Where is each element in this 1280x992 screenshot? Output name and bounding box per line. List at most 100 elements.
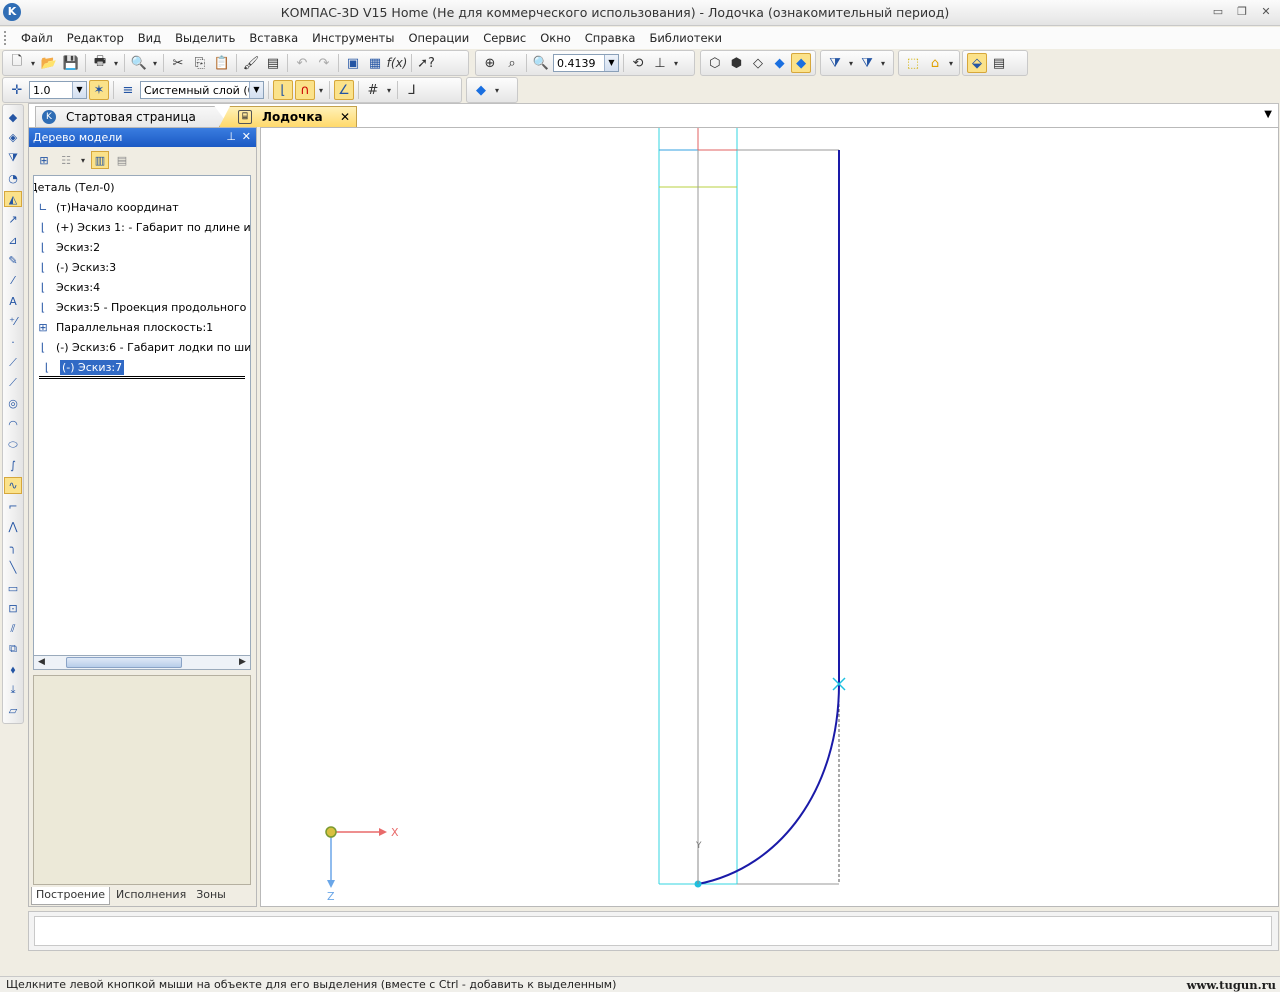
diagnostics-icon[interactable]: ✎ bbox=[4, 252, 22, 268]
arrays-icon[interactable]: ◔ bbox=[4, 170, 22, 186]
print-dropdown[interactable]: ▾ bbox=[112, 59, 120, 68]
zoom-scale-icon[interactable]: 🔍 bbox=[531, 53, 551, 73]
new-file-icon[interactable]: 🗋 bbox=[7, 53, 27, 73]
designations-icon[interactable]: ⊿ bbox=[4, 232, 22, 248]
halftone-icon[interactable]: ◆ bbox=[770, 53, 790, 73]
arc-icon[interactable]: ◠ bbox=[4, 416, 22, 432]
tree-item-sketch-2[interactable]: ⌊ Эскиз:2 bbox=[36, 238, 100, 256]
menu-service[interactable]: Сервис bbox=[476, 31, 533, 45]
zoom-combo[interactable]: 0.4139 ▼ bbox=[553, 54, 619, 72]
layer-combo[interactable]: Системный слой (0) ▼ bbox=[140, 81, 264, 99]
menu-insert[interactable]: Вставка bbox=[242, 31, 305, 45]
menu-select[interactable]: Выделить bbox=[168, 31, 242, 45]
text-icon[interactable]: ▱ bbox=[4, 703, 22, 719]
preview-icon[interactable]: 🔍 bbox=[129, 53, 149, 73]
chamfer-icon[interactable]: ╲ bbox=[4, 559, 22, 575]
tab-build[interactable]: Построение bbox=[31, 887, 111, 905]
menu-window[interactable]: Окно bbox=[533, 31, 578, 45]
tree-filter-dropdown[interactable]: ▾ bbox=[79, 156, 87, 165]
fill-icon[interactable]: ⬧ bbox=[4, 662, 22, 678]
variables-fx-icon[interactable]: f(x) bbox=[387, 53, 408, 73]
filter-icon[interactable]: ⧩ bbox=[825, 53, 845, 73]
tree-item-origin[interactable]: ∟ (т)Начало координат bbox=[36, 198, 178, 216]
menu-editor[interactable]: Редактор bbox=[60, 31, 131, 45]
nurbs-icon[interactable]: ∿ bbox=[4, 477, 22, 494]
insert-fragment-icon[interactable]: ⤓ bbox=[4, 682, 22, 698]
tree-item-sketch-5[interactable]: ⌊ Эскиз:5 - Проекция продольного редана bbox=[36, 298, 250, 316]
rectangle-icon[interactable]: ▭ bbox=[4, 580, 22, 596]
measurements-icon[interactable]: ⁺⁄ bbox=[4, 314, 22, 330]
tree-item-plane[interactable]: ⊞ Параллельная плоскость:1 bbox=[36, 318, 213, 336]
properties-brush-icon[interactable]: 🖌 bbox=[241, 53, 261, 73]
tree-item-part[interactable]: Деталь (Тел-0) bbox=[34, 178, 115, 196]
menu-operations[interactable]: Операции bbox=[401, 31, 476, 45]
layers-icon[interactable]: ≡ bbox=[118, 80, 138, 100]
grid-dropdown[interactable]: ▾ bbox=[385, 86, 393, 95]
undo-icon[interactable]: ↶ bbox=[292, 53, 312, 73]
menu-libraries[interactable]: Библиотеки bbox=[642, 31, 729, 45]
polyline-icon[interactable]: ⌐ bbox=[4, 498, 22, 514]
tree-item-sketch-1[interactable]: ⌊ (+) Эскиз 1: - Габарит по длине и высо… bbox=[36, 218, 250, 236]
pin-icon[interactable]: ⊥ bbox=[226, 130, 236, 143]
scroll-right-icon[interactable]: ▶ bbox=[236, 657, 249, 668]
point-icon[interactable]: · bbox=[4, 334, 22, 350]
zoom-window-icon[interactable]: ⊕ bbox=[480, 53, 500, 73]
tab-start-page[interactable]: K Стартовая страница bbox=[35, 106, 230, 127]
zoom-all-icon[interactable]: ⌕ bbox=[502, 53, 522, 73]
ortho-icon[interactable]: ∠ bbox=[334, 80, 354, 100]
tree-build-order-icon[interactable]: ▥ bbox=[91, 151, 109, 169]
context-help-icon[interactable]: ➚? bbox=[416, 53, 436, 73]
close-icon[interactable]: ✕ bbox=[340, 110, 350, 124]
preview-dropdown[interactable]: ▾ bbox=[151, 59, 159, 68]
grid-icon[interactable]: # bbox=[363, 80, 383, 100]
bezier-icon[interactable]: ⋀ bbox=[4, 518, 22, 534]
filter-bodies-dropdown[interactable]: ▾ bbox=[879, 59, 887, 68]
editing-icon[interactable]: ⁄ bbox=[4, 273, 22, 289]
tab-list-chevron-icon[interactable]: ▼ bbox=[1264, 109, 1272, 120]
tab-lodochka[interactable]: ⌸ Лодочка ✕ bbox=[219, 106, 357, 127]
rotate-icon[interactable]: ⟲ bbox=[628, 53, 648, 73]
redo-icon[interactable]: ↷ bbox=[314, 53, 334, 73]
document-manager-icon[interactable]: ▤ bbox=[263, 53, 283, 73]
scroll-left-icon[interactable]: ◀ bbox=[35, 657, 48, 668]
edit-part-icon[interactable]: ◆ bbox=[4, 109, 22, 125]
paste-icon[interactable]: 📋 bbox=[212, 53, 232, 73]
orientation-dropdown[interactable]: ▾ bbox=[672, 59, 680, 68]
magnet-dropdown[interactable]: ▾ bbox=[317, 86, 325, 95]
parametrization-icon[interactable]: A bbox=[4, 293, 22, 309]
spatial-curves-icon[interactable]: ◈ bbox=[4, 129, 22, 145]
segment-icon[interactable]: ⟋ bbox=[4, 375, 22, 391]
command-line[interactable] bbox=[34, 916, 1272, 946]
local-cs-icon[interactable]: ⅃ bbox=[402, 80, 422, 100]
tree-item-sketch-6[interactable]: ⌊ (-) Эскиз:6 - Габарит лодки по ширине bbox=[36, 338, 250, 356]
boat-profile-curve[interactable] bbox=[697, 150, 840, 885]
tree-structure-icon[interactable]: ⊞ bbox=[35, 151, 53, 169]
step-combo[interactable]: 1.0 ▼ bbox=[29, 81, 87, 99]
surfaces-icon[interactable]: ⧩ bbox=[4, 150, 22, 166]
magnet-snap-icon[interactable]: ∩ bbox=[295, 80, 315, 100]
tree-item-sketch-7[interactable]: ⌊ (-) Эскиз:7 bbox=[40, 358, 125, 376]
cut-icon[interactable]: ✂ bbox=[168, 53, 188, 73]
manager-icon[interactable]: ▣ bbox=[343, 53, 363, 73]
assembly-dropdown[interactable]: ▾ bbox=[947, 59, 955, 68]
ellipse-icon[interactable]: ⬭ bbox=[4, 437, 22, 453]
tree-item-sketch-3[interactable]: ⌊ (-) Эскиз:3 bbox=[36, 258, 116, 276]
orientation-icon[interactable]: ⊥ bbox=[650, 53, 670, 73]
step-cursor-icon[interactable]: ✛ bbox=[7, 80, 27, 100]
copy-icon[interactable]: ⎘ bbox=[190, 53, 210, 73]
print-icon[interactable]: 🖶 bbox=[90, 53, 110, 73]
new-file-dropdown[interactable]: ▾ bbox=[29, 59, 37, 68]
restore-button[interactable]: ❐ bbox=[1234, 5, 1250, 19]
library-icon[interactable]: ▦ bbox=[365, 53, 385, 73]
close-icon[interactable]: ✕ bbox=[242, 130, 251, 143]
tree-horizontal-scrollbar[interactable]: ◀ ▶ bbox=[33, 655, 251, 670]
tree-toggle-icon[interactable]: ⬙ bbox=[967, 53, 987, 73]
circle-icon[interactable]: ◎ bbox=[4, 396, 22, 412]
part-cube-icon[interactable]: ⬚ bbox=[903, 53, 923, 73]
tree-item-sketch-4[interactable]: ⌊ Эскиз:4 bbox=[36, 278, 100, 296]
minimize-button[interactable]: ▭ bbox=[1210, 5, 1226, 19]
dimensions-icon[interactable]: ↗ bbox=[4, 211, 22, 227]
tab-zones[interactable]: Зоны bbox=[192, 887, 230, 905]
auxiliary-line-icon[interactable]: ⟋ bbox=[4, 355, 22, 371]
filter-dropdown[interactable]: ▾ bbox=[847, 59, 855, 68]
